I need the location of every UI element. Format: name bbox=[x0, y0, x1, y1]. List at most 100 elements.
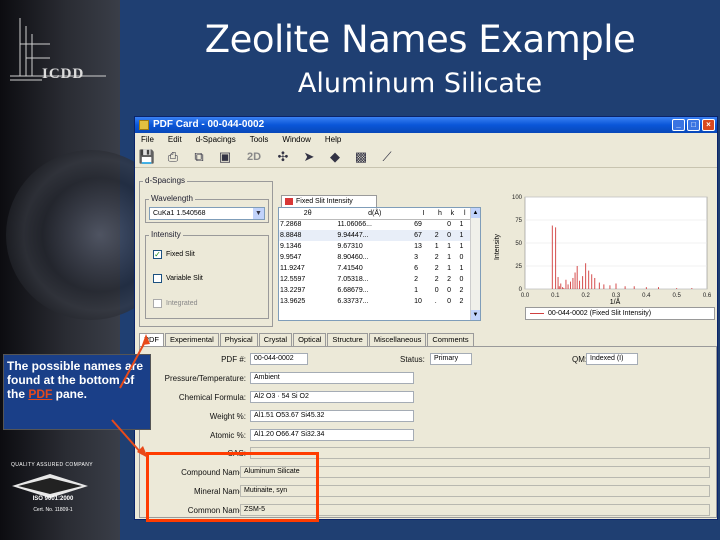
y-tick-label: 25 bbox=[515, 264, 522, 270]
cell: 13 bbox=[414, 243, 422, 250]
structure-icon[interactable]: ✣ bbox=[275, 149, 291, 165]
menubar: File Edit d-Spacings Tools Window Help bbox=[135, 133, 717, 146]
cell: 1 bbox=[447, 243, 452, 250]
callout-suffix: pane. bbox=[52, 387, 88, 401]
y-tick-label: 75 bbox=[515, 218, 522, 224]
col-d[interactable]: d(Å) bbox=[336, 208, 414, 220]
cell: 0 bbox=[446, 230, 459, 241]
cell: 6 bbox=[414, 265, 419, 272]
cell: 9.1346 bbox=[280, 243, 302, 250]
menu-edit[interactable]: Edit bbox=[168, 133, 182, 146]
tab-experimental[interactable]: Experimental bbox=[165, 333, 219, 346]
fixed-slit-intensity-tab[interactable]: Fixed Slit Intensity bbox=[281, 195, 377, 207]
col-k[interactable]: k bbox=[446, 208, 459, 220]
tab-miscellaneous[interactable]: Miscellaneous bbox=[368, 333, 427, 346]
scroll-down-icon[interactable]: ▼ bbox=[471, 310, 480, 320]
cell: 1 bbox=[447, 265, 452, 272]
bird-icon[interactable]: ➤ bbox=[301, 149, 317, 165]
card-tabs: PDF Experimental Physical Crystal Optica… bbox=[139, 333, 475, 346]
table-row[interactable]: 13.9625 6.33737... 10. 0 2 bbox=[279, 296, 471, 307]
pressure-field[interactable]: Ambient bbox=[250, 372, 414, 384]
col-h[interactable]: h bbox=[433, 208, 447, 220]
cell: 7.2868 bbox=[280, 221, 302, 229]
x-tick-label: 0.2 bbox=[581, 293, 590, 299]
cell: 12.5597 bbox=[280, 276, 306, 283]
table-scrollbar[interactable]: ▲ ▼ bbox=[470, 208, 480, 320]
cell: 7.41540 bbox=[337, 265, 363, 272]
cell: 1 bbox=[447, 254, 452, 261]
save-icon[interactable]: 💾 bbox=[139, 149, 155, 165]
chart-legend: 00-044-0002 (Fixed Slit Intensity) bbox=[525, 307, 715, 320]
scroll-up-icon[interactable]: ▲ bbox=[471, 208, 480, 218]
fixed-slit-checkbox[interactable]: ✓ Fixed Slit bbox=[153, 250, 195, 259]
table-row[interactable]: 11.9247 7.41540 6 2 1 1 bbox=[279, 263, 471, 274]
cell: 3 bbox=[414, 254, 419, 261]
copy-image-icon[interactable]: ▣ bbox=[217, 149, 233, 165]
cas-field[interactable] bbox=[250, 447, 710, 459]
pattern-chart[interactable]: Intensity 1/Å 0 25 50 75 100 0.0 0.1 0.2 0.3 0.4 0… bbox=[485, 189, 717, 327]
cell: 67 bbox=[413, 230, 434, 241]
x-tick-label: 0.0 bbox=[521, 293, 530, 299]
callout-link[interactable]: PDF bbox=[28, 387, 52, 401]
cell: 7.05318... bbox=[337, 276, 369, 283]
table-row[interactable]: 7.2868 11.06066... 69 0 1 bbox=[279, 219, 471, 230]
dspacings-label: d-Spacings bbox=[143, 176, 188, 185]
peak-table[interactable]: 2θ d(Å) I h k l 7.2868 11.06066... 69 0 1 8.… bbox=[278, 207, 481, 321]
crystal-icon[interactable]: ◆ bbox=[327, 149, 343, 165]
tab-comments[interactable]: Comments bbox=[427, 333, 474, 346]
2d-button[interactable]: 2D bbox=[243, 149, 265, 165]
close-icon[interactable]: × bbox=[702, 119, 715, 131]
cell: 0 bbox=[447, 221, 452, 229]
menu-dspacings[interactable]: d-Spacings bbox=[196, 133, 236, 146]
table-row[interactable]: 9.1346 9.67310 13 1 1 1 bbox=[279, 241, 471, 252]
x-tick-label: 0.5 bbox=[672, 293, 681, 299]
col-2theta[interactable]: 2θ bbox=[279, 208, 337, 220]
tab-physical[interactable]: Physical bbox=[219, 333, 258, 346]
cell: 0 bbox=[447, 287, 452, 294]
menu-file[interactable]: File bbox=[141, 133, 154, 146]
cell bbox=[434, 219, 446, 230]
table-row[interactable]: 9.9547 8.90460... 3 2 1 0 bbox=[279, 252, 471, 263]
pdf-number-field[interactable]: 00-044-0002 bbox=[250, 353, 308, 365]
wavelength-value: CuKa1 1.540568 bbox=[153, 210, 206, 217]
tab-crystal[interactable]: Crystal bbox=[258, 333, 293, 346]
status-label: Status: bbox=[400, 355, 425, 364]
status-field[interactable]: Primary bbox=[430, 353, 472, 365]
copy-icon[interactable]: ⧉ bbox=[191, 149, 207, 165]
weight-field[interactable]: Al1.51 O53.67 Si45.32 bbox=[250, 410, 414, 422]
menu-help[interactable]: Help bbox=[325, 133, 341, 146]
table-row[interactable]: 12.5597 7.05318... 2 2 2 0 bbox=[279, 274, 471, 285]
legend-label: 00-044-0002 (Fixed Slit Intensity) bbox=[548, 310, 652, 317]
cert-text: Cert. No. 11809-1 bbox=[33, 507, 73, 513]
window-titlebar[interactable]: PDF Card - 00-044-0002 _ □ × bbox=[135, 117, 717, 133]
print-icon[interactable]: ⎙ bbox=[165, 149, 181, 165]
pattern-icon[interactable]: ⟋ bbox=[379, 149, 395, 165]
y-axis-label: Intensity bbox=[494, 233, 501, 260]
variable-slit-label: Variable Slit bbox=[166, 275, 203, 282]
tab-structure[interactable]: Structure bbox=[327, 333, 368, 346]
tab-optical[interactable]: Optical bbox=[293, 333, 327, 346]
table-row[interactable]: 8.8848 9.94447... 67 2 0 1 bbox=[279, 230, 471, 241]
variable-slit-checkbox[interactable]: Variable Slit bbox=[153, 274, 203, 283]
y-tick-label: 50 bbox=[515, 241, 522, 247]
cell: 9.94447... bbox=[336, 230, 414, 241]
table-row[interactable]: 13.2297 6.68679... 1 0 0 2 bbox=[279, 285, 471, 296]
integrated-checkbox[interactable]: Integrated bbox=[153, 299, 198, 308]
cube-icon[interactable]: ▩ bbox=[353, 149, 369, 165]
wavelength-label: Wavelength bbox=[149, 194, 195, 203]
qm-field[interactable]: Indexed (I) bbox=[586, 353, 638, 365]
integrated-label: Integrated bbox=[166, 300, 198, 307]
minimize-icon[interactable]: _ bbox=[672, 119, 685, 131]
menu-tools[interactable]: Tools bbox=[250, 133, 269, 146]
tab-pdf[interactable]: PDF bbox=[139, 333, 164, 346]
menu-window[interactable]: Window bbox=[282, 133, 310, 146]
cell: 2 bbox=[434, 276, 439, 283]
chevron-down-icon[interactable]: ▼ bbox=[253, 208, 264, 219]
formula-field[interactable]: Al2 O3 · 54 Si O2 bbox=[250, 391, 414, 403]
cell: 8.8848 bbox=[279, 230, 337, 241]
col-i[interactable]: I bbox=[413, 208, 434, 220]
maximize-icon[interactable]: □ bbox=[687, 119, 700, 131]
cell: 1 bbox=[434, 243, 439, 250]
wavelength-select[interactable]: CuKa1 1.540568 ▼ bbox=[149, 207, 265, 220]
atomic-field[interactable]: Al1.20 O66.47 Si32.34 bbox=[250, 429, 414, 441]
